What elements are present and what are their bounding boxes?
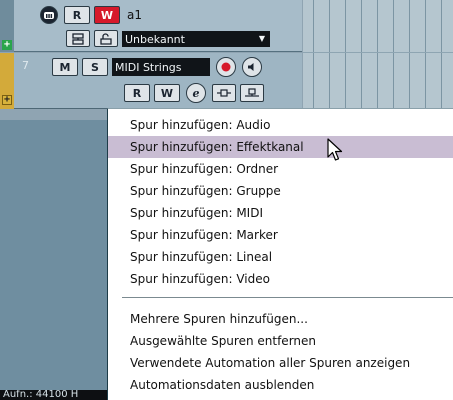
write-automation-button[interactable]: W [154, 84, 180, 102]
insert-routing-icon [72, 32, 84, 45]
send-icon [245, 88, 259, 97]
menu-item-add-midi-track[interactable]: Spur hinzufügen: MIDI [108, 202, 453, 224]
track-number: 7 [22, 59, 29, 72]
mute-button[interactable]: M [52, 58, 78, 76]
read-automation-button[interactable]: R [64, 6, 90, 24]
speaker-icon [248, 63, 254, 71]
mouse-cursor-icon [327, 138, 343, 161]
menu-item-add-folder-track[interactable]: Spur hinzufügen: Ordner [108, 158, 453, 180]
write-automation-button[interactable]: W [94, 6, 120, 24]
read-automation-button[interactable]: R [124, 84, 150, 102]
insert-icon [217, 89, 231, 97]
menu-item-add-video-track[interactable]: Spur hinzufügen: Video [108, 268, 453, 290]
track-name-field[interactable]: MIDI Strings [112, 58, 210, 76]
output-routing-select[interactable]: Unbekannt ▼ [122, 31, 270, 47]
lock-icon [100, 32, 112, 45]
menu-separator [122, 297, 453, 298]
edit-instrument-button[interactable]: e [186, 83, 206, 103]
lock-button[interactable] [94, 30, 118, 47]
menu-item-add-ruler-track[interactable]: Spur hinzufügen: Lineal [108, 246, 453, 268]
monitor-icon [44, 12, 54, 19]
inserts-button[interactable] [66, 30, 90, 47]
record-format-status: Aufn.: 44100 H [0, 390, 107, 400]
track-effect-channel[interactable]: + R W a1 Unbekannt ▼ [0, 0, 302, 52]
monitor-button[interactable] [40, 6, 58, 24]
menu-item-show-used-automation[interactable]: Verwendete Automation aller Spuren anzei… [108, 352, 453, 374]
insert-bypass-button[interactable] [212, 84, 236, 102]
menu-item-add-audio-track[interactable]: Spur hinzufügen: Audio [108, 114, 453, 136]
menu-item-add-group-track[interactable]: Spur hinzufügen: Gruppe [108, 180, 453, 202]
event-display[interactable] [303, 0, 453, 109]
expand-toggle[interactable]: + [2, 95, 12, 105]
send-bypass-button[interactable] [240, 84, 264, 102]
menu-item-remove-selected-tracks[interactable]: Ausgewählte Spuren entfernen [108, 330, 453, 352]
track-name[interactable]: a1 [127, 6, 187, 24]
monitor-input-button[interactable] [242, 57, 262, 77]
menu-item-add-multiple-tracks[interactable]: Mehrere Spuren hinzufügen... [108, 308, 453, 330]
context-menu: Spur hinzufügen: Audio Spur hinzufügen: … [107, 108, 453, 400]
record-icon [221, 62, 231, 72]
expand-toggle[interactable]: + [2, 40, 12, 50]
record-enable-button[interactable] [216, 57, 236, 77]
menu-item-add-marker-track[interactable]: Spur hinzufügen: Marker [108, 224, 453, 246]
menu-item-add-effect-channel-track[interactable]: Spur hinzufügen: Effektkanal [108, 136, 453, 158]
output-routing-value: Unbekannt [125, 32, 185, 46]
solo-button[interactable]: S [82, 58, 108, 76]
dropdown-arrow-icon: ▼ [258, 34, 265, 43]
menu-item-hide-automation-data[interactable]: Automationsdaten ausblenden [108, 374, 453, 396]
track-midi[interactable]: + 7 M S MIDI Strings R W e [0, 53, 302, 109]
